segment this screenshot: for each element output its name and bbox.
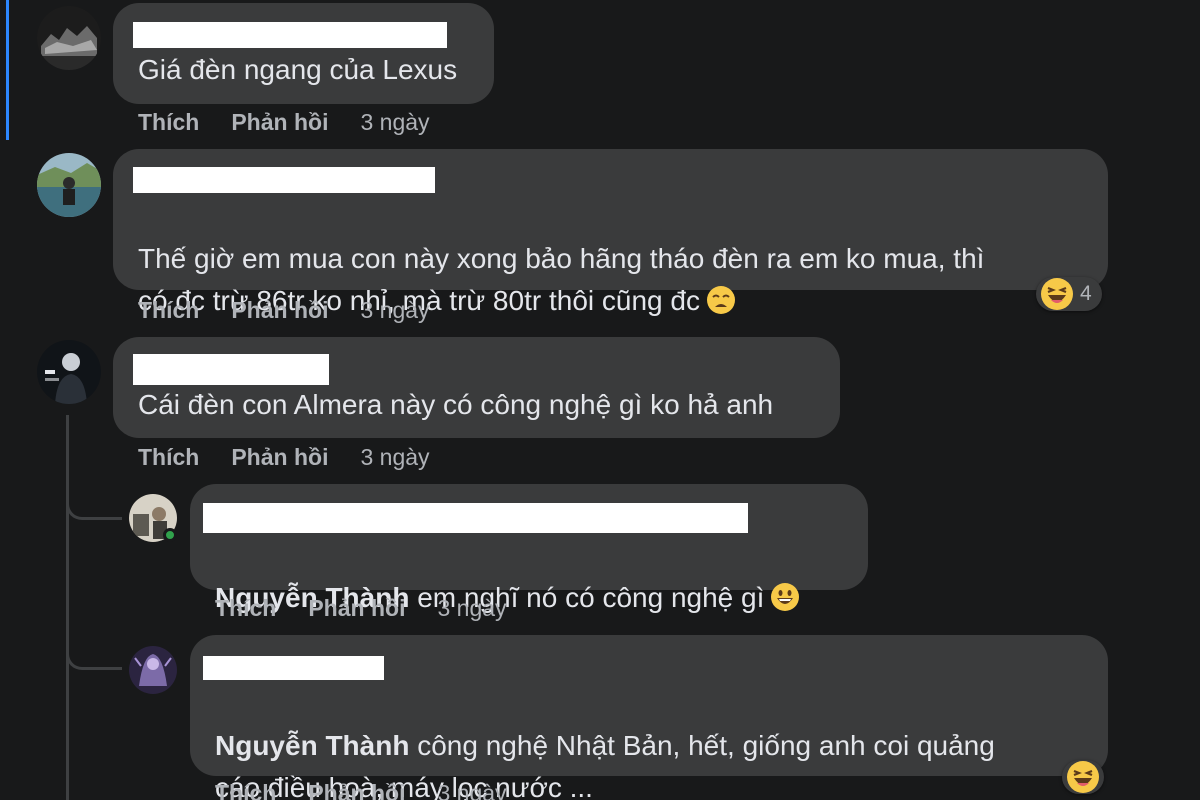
avatar[interactable]	[37, 6, 101, 70]
like-button[interactable]: Thích	[138, 109, 199, 136]
redacted-author-name[interactable]	[203, 503, 748, 533]
comment-actions: Thích Phản hồi 3 ngày	[138, 297, 430, 324]
avatar[interactable]	[37, 153, 101, 217]
mention-link[interactable]: Nguyễn Thành	[215, 730, 409, 761]
timestamp[interactable]: 3 ngày	[360, 444, 429, 471]
reaction-summary[interactable]	[1062, 760, 1104, 794]
reply-button[interactable]: Phản hồi	[308, 595, 405, 622]
comment-actions: Thích Phản hồi 3 ngày	[138, 444, 430, 471]
timestamp[interactable]: 3 ngày	[360, 109, 429, 136]
reply-button[interactable]: Phản hồi	[231, 109, 328, 136]
reply-button[interactable]: Phản hồi	[231, 444, 328, 471]
thread-branch	[66, 496, 122, 520]
comment-text: Cái đèn con Almera này có công nghệ gì k…	[138, 389, 774, 420]
timestamp[interactable]: 3 ngày	[437, 780, 506, 800]
like-button[interactable]: Thích	[138, 297, 199, 324]
left-accent-bar	[6, 0, 9, 140]
reaction-count: 4	[1080, 282, 1092, 305]
reply-actions: Thích Phản hồi 3 ngày	[215, 780, 507, 800]
haha-icon	[1066, 760, 1100, 794]
timestamp[interactable]: 3 ngày	[437, 595, 506, 622]
like-button[interactable]: Thích	[138, 444, 199, 471]
avatar[interactable]	[37, 340, 101, 404]
reply-actions: Thích Phản hồi 3 ngày	[215, 595, 507, 622]
grinning-face-icon	[770, 582, 800, 612]
haha-icon	[1040, 277, 1074, 311]
comment-text: Giá đèn ngang của Lexus	[138, 54, 458, 85]
reaction-summary[interactable]: 4	[1036, 277, 1102, 311]
redacted-author-name[interactable]	[203, 656, 384, 680]
weary-face-icon	[706, 285, 736, 315]
reply-button[interactable]: Phản hồi	[231, 297, 328, 324]
avatar[interactable]	[129, 646, 177, 694]
redacted-author-name[interactable]	[133, 22, 447, 48]
comment-actions: Thích Phản hồi 3 ngày	[138, 109, 430, 136]
timestamp[interactable]: 3 ngày	[360, 297, 429, 324]
online-status-indicator	[163, 528, 177, 542]
thread-branch	[66, 646, 122, 670]
like-button[interactable]: Thích	[215, 595, 276, 622]
redacted-author-name[interactable]	[133, 354, 329, 385]
thread-line	[66, 415, 69, 800]
redacted-author-name[interactable]	[133, 167, 435, 193]
reply-button[interactable]: Phản hồi	[308, 780, 405, 800]
like-button[interactable]: Thích	[215, 780, 276, 800]
